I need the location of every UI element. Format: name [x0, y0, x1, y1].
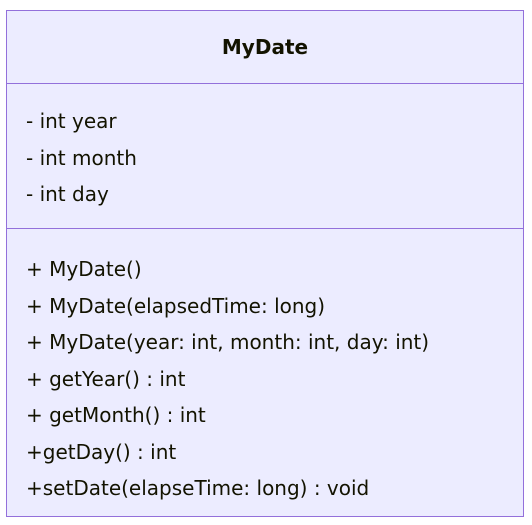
divider [7, 228, 523, 229]
method: + MyDate() [26, 257, 142, 281]
method: +setDate(elapseTime: long) : void [26, 476, 370, 500]
method: + MyDate(elapsedTime: long) [26, 293, 326, 318]
method: +getDay() : int [26, 439, 177, 464]
class-name: MyDate [221, 35, 309, 59]
attributes-section: - int year - int month - int day [26, 103, 137, 213]
divider [7, 83, 523, 84]
method: + getYear() : int [26, 366, 186, 391]
methods-section: + MyDate() + MyDate(elapsedTime: long) +… [26, 251, 429, 507]
attribute: - int month [26, 145, 137, 170]
method: + getMonth() : int [26, 403, 206, 427]
attribute: - int year [26, 109, 117, 133]
class-box-mydate: MyDate - int year - int month - int day … [6, 10, 524, 517]
method: + MyDate(year: int, month: int, day: int… [26, 330, 430, 354]
attribute: - int day [26, 182, 109, 206]
